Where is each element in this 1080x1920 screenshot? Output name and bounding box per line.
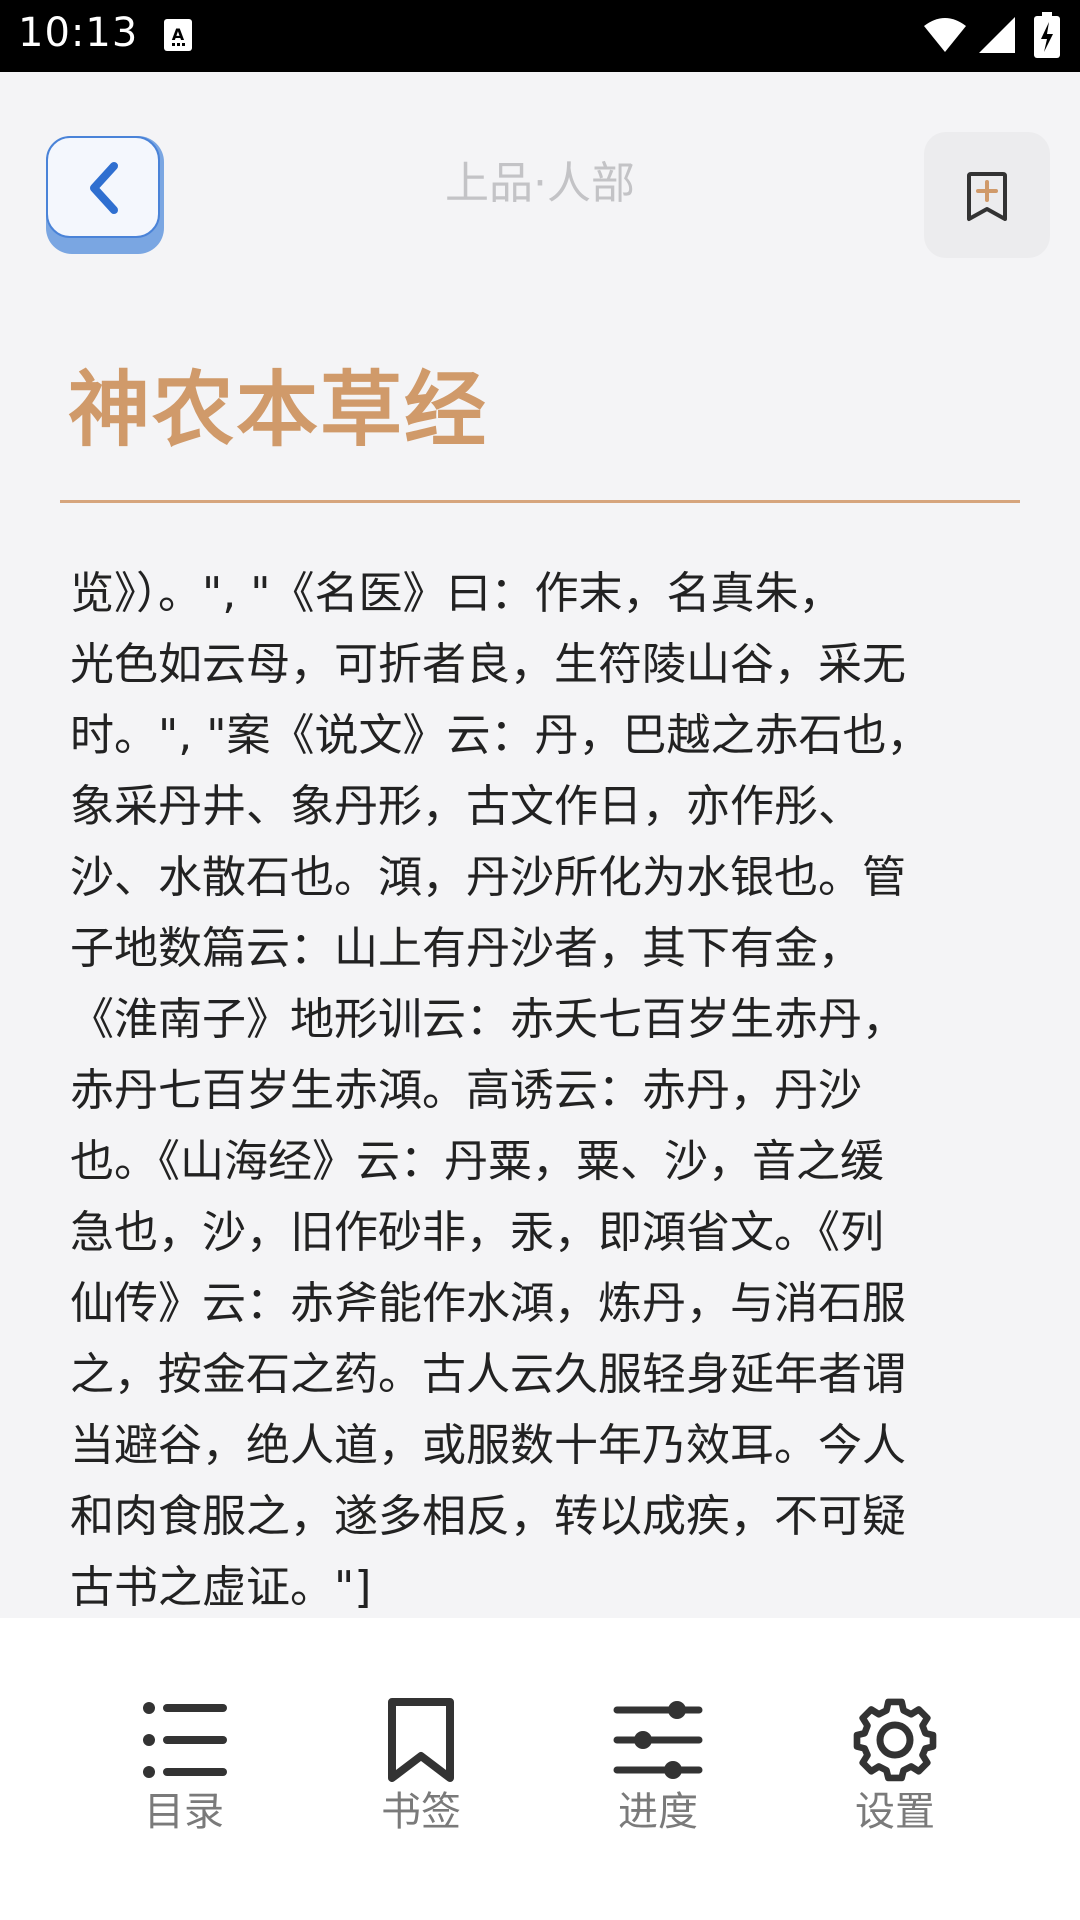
signal-icon bbox=[979, 17, 1015, 53]
content-line: 赤丹七百岁生赤澒。高诱云：赤丹，丹沙 bbox=[70, 1065, 862, 1116]
chapter-title: 上品·人部 bbox=[445, 158, 635, 209]
content-line: 也。《山海经》云：丹粟，粟、沙，音之缓 bbox=[70, 1136, 884, 1187]
battery-icon bbox=[1034, 12, 1060, 58]
nav-item-settings[interactable]: 设置 bbox=[815, 1698, 975, 1836]
list-icon bbox=[143, 1702, 227, 1778]
content-line: 古书之虚证。"] bbox=[70, 1562, 372, 1613]
bookmark-icon bbox=[388, 1698, 454, 1782]
svg-text:A: A bbox=[172, 25, 185, 44]
content-line: 之，按金石之药。古人云久服轻身延年者谓 bbox=[70, 1349, 906, 1400]
content-line: 沙、水散石也。澒，丹沙所化为水银也。管 bbox=[70, 852, 906, 903]
nav-item-progress[interactable]: 进度 bbox=[578, 1698, 738, 1836]
reading-content: 览》）。", "《名医》曰：作末，名真朱， 光色如云母，可折者良，生符陵山谷，采… bbox=[70, 558, 1010, 1623]
content-line: 急也，沙，旧作砂非，汞，即澒省文。《列 bbox=[70, 1207, 884, 1258]
nav-label: 进度 bbox=[618, 1789, 698, 1835]
content-line: 《淮南子》地形训云：赤夭七百岁生赤丹， bbox=[70, 994, 906, 1045]
nav-label: 书签 bbox=[381, 1789, 461, 1835]
status-bar: 10:13 A bbox=[0, 0, 1080, 72]
bookmark-plus-icon bbox=[967, 172, 1007, 221]
status-time: 10:13 bbox=[18, 10, 139, 56]
content-line: 仙传》云：赤斧能作水澒，炼丹，与消石服 bbox=[70, 1278, 906, 1329]
bottom-nav: 目录 书签 进度 设置 bbox=[0, 1618, 1080, 1920]
content-line: 和肉食服之，遂多相反，转以成疾，不可疑 bbox=[70, 1491, 906, 1542]
sliders-icon bbox=[613, 1701, 703, 1779]
nav-label: 目录 bbox=[144, 1789, 224, 1835]
book-title: 神农本草经 bbox=[68, 363, 489, 458]
nav-label: 设置 bbox=[855, 1789, 935, 1835]
content-line: 当避谷，绝人道，或服数十年乃效耳。今人 bbox=[70, 1420, 906, 1471]
content-line: 览》）。", "《名医》曰：作末，名真朱， bbox=[70, 568, 843, 619]
wifi-icon bbox=[924, 18, 966, 52]
nav-item-toc[interactable]: 目录 bbox=[104, 1698, 264, 1836]
add-bookmark-button[interactable] bbox=[924, 132, 1050, 258]
notification-icon: A bbox=[164, 19, 192, 51]
nav-item-bookmarks[interactable]: 书签 bbox=[341, 1698, 501, 1836]
gear-icon bbox=[853, 1698, 937, 1782]
title-divider bbox=[60, 500, 1020, 503]
content-line: 象采丹井、象丹形，古文作日，亦作彤、 bbox=[70, 781, 862, 832]
content-line: 时。", "案《说文》云：丹，巴越之赤石也， bbox=[70, 710, 931, 761]
content-line: 光色如云母，可折者良，生符陵山谷，采无 bbox=[70, 639, 906, 690]
content-line: 子地数篇云：山上有丹沙者，其下有金， bbox=[70, 923, 862, 974]
